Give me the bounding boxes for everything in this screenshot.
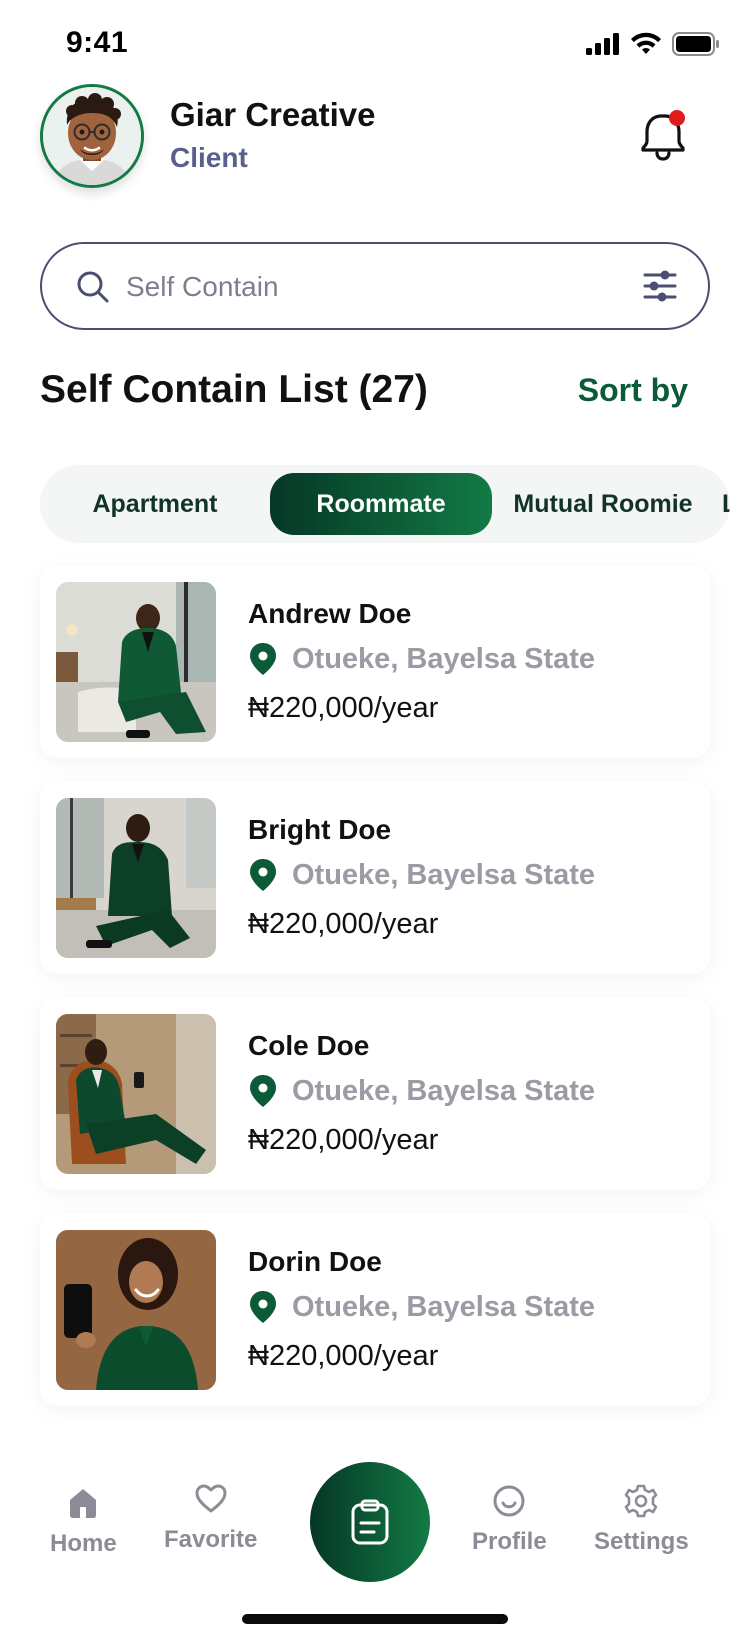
listing-photo [56,582,216,742]
gear-icon [625,1484,658,1518]
listing-price: ₦220,000/year [248,1340,439,1372]
listing-location: Otueke, Bayelsa State [248,1290,595,1324]
notification-dot [669,110,685,126]
profile-header: Giar Creative Client [40,82,710,192]
listing-photo [56,798,216,958]
nav-favorite-label: Favorite [164,1526,258,1553]
listing-photo [56,1230,216,1390]
listing-price: ₦220,000/year [248,692,439,724]
nav-profile-label: Profile [472,1528,547,1555]
category-tabs: Apartment Roommate Mutual Roomie L [40,465,730,543]
search-icon [77,271,109,303]
nav-home[interactable]: Home [50,1486,117,1558]
location-pin-icon [250,1291,276,1323]
location-pin-icon [250,859,276,891]
listing-photo [56,1014,216,1174]
bottom-nav: Home Favorite Profile Settings [0,1440,750,1610]
listing-location-text: Otueke, Bayelsa State [292,858,596,891]
bell-icon[interactable] [638,108,688,162]
clipboard-icon [351,1499,389,1545]
listing-name: Andrew Doe [248,598,412,629]
listing-card[interactable]: Cole Doe Otueke, Bayelsa State ₦220,000/… [40,998,710,1190]
sort-by-button[interactable]: Sort by [578,372,688,409]
listing-name: Cole Doe [248,1030,370,1061]
tab-roommate[interactable]: Roommate [270,473,492,535]
status-time: 9:41 [66,26,129,59]
avatar[interactable] [40,84,144,188]
listings-fab-button[interactable] [310,1462,430,1582]
listing-location: Otueke, Bayelsa State [248,858,595,892]
status-icons [586,32,720,56]
listing-card[interactable]: Dorin Doe Otueke, Bayelsa State ₦220,000… [40,1214,710,1406]
status-bar: 9:41 [0,0,750,92]
nav-home-label: Home [50,1530,117,1557]
listing-name: Dorin Doe [248,1246,382,1277]
tab-apartment[interactable]: Apartment [50,473,260,535]
nav-favorite[interactable]: Favorite [164,1482,257,1554]
tab-mutual-roomie[interactable]: Mutual Roomie [502,473,704,535]
listing-location-text: Otueke, Bayelsa State [292,642,596,675]
listing-price: ₦220,000/year [248,908,439,940]
listing-photo-image [56,582,216,742]
listing-photo-image [56,1014,216,1174]
listing-card[interactable]: Andrew Doe Otueke, Bayelsa State ₦220,00… [40,566,710,758]
listing-location: Otueke, Bayelsa State [248,642,595,676]
heart-icon [195,1484,227,1513]
smiley-icon [493,1485,525,1517]
filter-sliders-icon[interactable] [642,268,678,304]
avatar-illustration [43,87,141,185]
nav-profile[interactable]: Profile [472,1484,547,1556]
location-pin-icon [250,643,276,675]
listing-card[interactable]: Bright Doe Otueke, Bayelsa State ₦220,00… [40,782,710,974]
nav-settings-label: Settings [594,1528,689,1555]
home-indicator [242,1614,508,1624]
search-input[interactable] [126,264,596,310]
location-pin-icon [250,1075,276,1107]
listing-photo-image [56,798,216,958]
tab-partial[interactable]: L [710,473,730,535]
listing-price: ₦220,000/year [248,1124,439,1156]
wifi-icon [631,32,661,54]
user-role: Client [170,142,248,173]
battery-icon [672,32,719,56]
home-icon [70,1489,97,1518]
nav-settings[interactable]: Settings [594,1484,689,1556]
listing-location: Otueke, Bayelsa State [248,1074,595,1108]
listing-location-text: Otueke, Bayelsa State [292,1290,596,1323]
user-name: Giar Creative [170,96,376,133]
signal-icon [586,33,619,55]
search-bar[interactable] [40,242,710,330]
list-title: Self Contain List (27) [40,368,428,411]
listing-location-text: Otueke, Bayelsa State [292,1074,596,1107]
listing-name: Bright Doe [248,814,392,845]
listing-photo-image [56,1230,216,1390]
